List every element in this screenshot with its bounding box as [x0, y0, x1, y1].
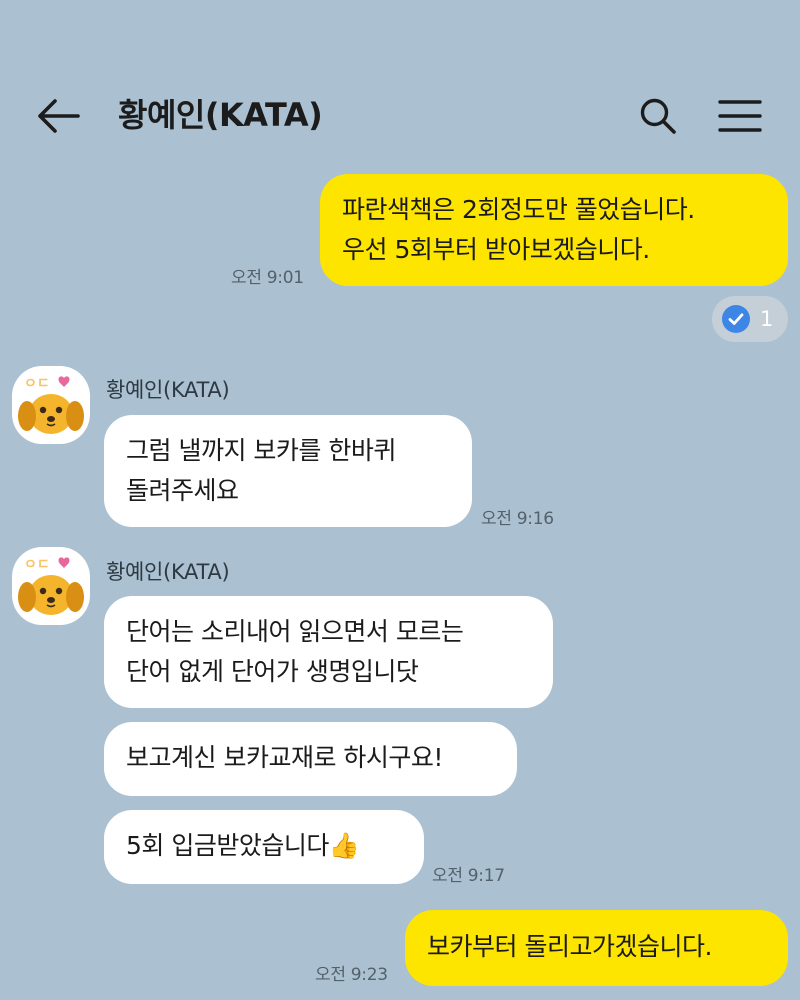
puppy-avatar-icon: ㅇㄷ — [18, 557, 84, 615]
hamburger-menu-icon — [718, 100, 762, 132]
check-circle-icon — [722, 305, 750, 333]
search-button[interactable] — [630, 88, 686, 144]
svg-text:ㅇㄷ: ㅇㄷ — [24, 557, 50, 573]
arrow-left-icon — [38, 99, 80, 133]
back-button[interactable] — [30, 88, 86, 144]
incoming-message-bubble[interactable]: 5회 입금받았습니다👍 — [104, 810, 424, 884]
search-icon — [640, 98, 676, 134]
message-timestamp: 오전 9:17 — [432, 866, 505, 886]
message-timestamp: 오전 9:23 — [315, 965, 388, 985]
puppy-avatar-icon: ㅇㄷ — [18, 376, 84, 434]
chat-header: 황예인(KATA) — [0, 0, 800, 170]
message-timestamp: 오전 9:01 — [231, 268, 304, 288]
incoming-message-bubble[interactable]: 보고계신 보카교재로 하시구요! — [104, 722, 517, 796]
read-receipt-badge[interactable]: 1 — [712, 296, 788, 342]
message-timestamp: 오전 9:16 — [481, 509, 554, 529]
outgoing-message-bubble[interactable]: 보카부터 돌리고가겠습니다. — [405, 910, 788, 986]
sender-name: 황예인(KATA) — [106, 560, 230, 584]
incoming-message-bubble[interactable]: 그럼 낼까지 보카를 한바퀴 돌려주세요 — [104, 415, 472, 527]
outgoing-message-bubble[interactable]: 파란색책은 2회정도만 풀었습니다. 우선 5회부터 받아보겠습니다. — [320, 174, 788, 286]
sender-avatar[interactable]: ㅇㄷ — [12, 366, 90, 444]
chat-title: 황예인(KATA) — [118, 96, 323, 134]
sender-name: 황예인(KATA) — [106, 378, 230, 402]
sender-avatar[interactable]: ㅇㄷ — [12, 547, 90, 625]
read-count: 1 — [760, 307, 774, 331]
svg-text:ㅇㄷ: ㅇㄷ — [24, 376, 50, 392]
incoming-message-bubble[interactable]: 단어는 소리내어 읽으면서 모르는 단어 없게 단어가 생명입니닷 — [104, 596, 553, 708]
menu-button[interactable] — [710, 88, 770, 144]
